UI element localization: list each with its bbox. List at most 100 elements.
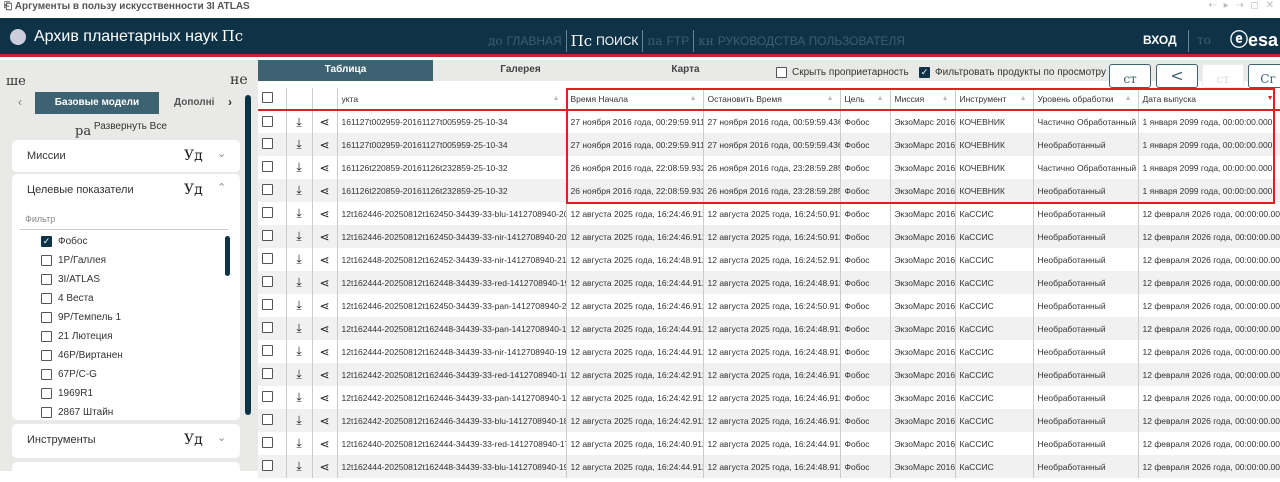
table-row[interactable]: ⤓ ⋖ 12t162442-20250812t162446-34439-33-red… [258,363,1280,386]
download-icon[interactable]: ⤓ [286,294,313,317]
share-icon[interactable]: ⋖ [312,133,338,156]
download-icon[interactable]: ⤓ [286,179,313,202]
share-icon[interactable]: ⋖ [312,271,338,294]
target-filter-item[interactable]: 2867 Штайн [41,407,113,418]
tab-additional[interactable]: Дополні [174,97,226,108]
nav-user-guides[interactable]: РУКОВОДСТВА ПОЛЬЗОВАТЕЛЯ [718,34,905,48]
target-filter-item[interactable]: 3I/ATLAS [41,274,100,285]
row-checkbox[interactable] [258,225,287,248]
checkbox[interactable] [41,293,52,304]
checkbox[interactable] [41,255,52,266]
download-icon[interactable]: ⤓ [286,340,313,363]
target-filter-item[interactable]: 4 Веста [41,293,94,304]
row-checkbox[interactable] [258,179,287,202]
share-icon[interactable]: ⋖ [312,225,338,248]
download-icon[interactable]: ⤓ [286,363,313,386]
select-all-checkbox[interactable] [258,88,287,111]
window-controls[interactable]: ⇠ ▸ ⇢ ◻ ✕ [1208,0,1276,11]
nav-home[interactable]: ГЛАВНАЯ [507,34,562,48]
checkbox[interactable] [41,369,52,380]
sidebar-scrollbar[interactable] [245,95,251,415]
share-icon[interactable]: ⋖ [312,110,338,133]
tab-base-models[interactable]: Базовые модели [35,92,159,114]
checkbox[interactable] [41,312,52,323]
share-icon[interactable]: ⋖ [312,409,338,432]
chevron-up-icon[interactable]: ⌃ [217,181,226,194]
share-icon[interactable]: ⋖ [312,248,338,271]
target-filter-item[interactable]: ✓ Фобос [41,236,87,247]
tabs-next-button[interactable]: › [228,95,232,109]
share-icon[interactable]: ⋖ [312,363,338,386]
download-icon[interactable]: ⤓ [286,271,313,294]
table-row[interactable]: ⤓ ⋖ 12t162442-20250812t162446-34439-33-pan… [258,386,1280,409]
row-checkbox[interactable] [258,340,287,363]
brand-title[interactable]: Архив планетарных наук Пс [34,27,243,46]
table-row[interactable]: ⤓ ⋖ 12t162446-20250812t162450-34439-33-pan… [258,294,1280,317]
row-checkbox[interactable] [258,386,287,409]
row-checkbox[interactable] [258,294,287,317]
target-filter-item[interactable]: 21 Лютеция [41,331,113,342]
target-filter-item[interactable]: 1P/Галлея [41,255,106,266]
tab-gallery[interactable]: Галерея [433,60,608,81]
row-checkbox[interactable] [258,432,287,455]
table-row[interactable]: ⤓ ⋖ 12t162448-20250812t162452-34439-33-nir… [258,248,1280,271]
filter-by-view-checkbox[interactable]: ✓ Фильтровать продукты по просмотру [919,67,1106,78]
table-row[interactable]: ⤓ ⋖ 12t162446-20250812t162450-34439-33-nir… [258,225,1280,248]
share-icon[interactable]: ⋖ [312,455,338,478]
tab-table[interactable]: Таблица [258,60,433,81]
section-missions[interactable]: Миссии Уд ⌄ [12,140,240,172]
row-checkbox[interactable] [258,363,287,386]
table-row[interactable]: ⤓ ⋖ 12t162444-20250812t162448-34439-33-nir… [258,340,1280,363]
table-row[interactable]: ⤓ ⋖ 12t162440-20250812t162444-34439-33-red… [258,432,1280,455]
share-icon[interactable]: ⋖ [312,179,338,202]
section-instruments[interactable]: Инструменты Уд ⌄ [12,424,240,458]
row-checkbox[interactable] [258,271,287,294]
download-icon[interactable]: ⤓ [286,432,313,455]
row-checkbox[interactable] [258,202,287,225]
target-filter-item[interactable]: 1969R1 [41,388,93,399]
target-filter-item[interactable]: 67P/C-G [41,369,97,380]
toolbar-button-4[interactable]: Сг [1248,64,1280,88]
nav-ftp[interactable]: FTP [667,34,690,48]
download-icon[interactable]: ⤓ [286,455,313,478]
share-icon[interactable]: ⋖ [312,340,338,363]
checkbox[interactable]: ✓ [41,236,52,247]
share-icon[interactable]: ⋖ [312,386,338,409]
target-list-scrollbar[interactable] [225,236,230,276]
row-checkbox[interactable] [258,248,287,271]
share-icon[interactable]: ⋖ [312,432,338,455]
download-icon[interactable]: ⤓ [286,317,313,340]
download-icon[interactable]: ⤓ [286,409,313,432]
share-icon[interactable]: ⋖ [312,317,338,340]
download-icon[interactable]: ⤓ [286,156,313,179]
toolbar-button-1[interactable]: ст [1109,64,1151,88]
share-button[interactable]: < [1156,64,1198,88]
download-icon[interactable]: ⤓ [286,110,313,133]
hide-proprietary-checkbox[interactable]: Скрыть проприетарность [776,67,909,78]
row-checkbox[interactable] [258,156,287,179]
download-icon[interactable]: ⤓ [286,225,313,248]
row-checkbox[interactable] [258,110,287,133]
expand-all-button[interactable]: ра Развернуть Все [75,118,167,139]
row-checkbox[interactable] [258,409,287,432]
toolbar-button-3[interactable]: ст [1202,64,1244,88]
target-filter-item[interactable]: 46P/Виртанен [41,350,123,361]
table-row[interactable]: ⤓ ⋖ 12t162446-20250812t162450-34439-33-blu… [258,202,1280,225]
row-checkbox[interactable] [258,133,287,156]
checkbox[interactable] [41,407,52,418]
share-icon[interactable]: ⋖ [312,156,338,179]
tab-map[interactable]: Карта [608,60,763,81]
target-filter-item[interactable]: 9P/Темпель 1 [41,312,121,323]
tabs-prev-button[interactable]: ‹ [18,95,22,109]
checkbox[interactable] [41,388,52,399]
table-row[interactable]: ⤓ ⋖ 12t162444-20250812t162448-34439-33-pan… [258,317,1280,340]
checkbox[interactable] [41,350,52,361]
table-row[interactable]: ⤓ ⋖ 12t162444-20250812t162448-34439-33-blu… [258,455,1280,478]
checkbox[interactable] [41,274,52,285]
share-icon[interactable]: ⋖ [312,294,338,317]
checkbox[interactable] [41,331,52,342]
share-icon[interactable]: ⋖ [312,202,338,225]
login-link[interactable]: ВХОД то [1143,30,1211,52]
row-checkbox[interactable] [258,455,287,478]
download-icon[interactable]: ⤓ [286,386,313,409]
